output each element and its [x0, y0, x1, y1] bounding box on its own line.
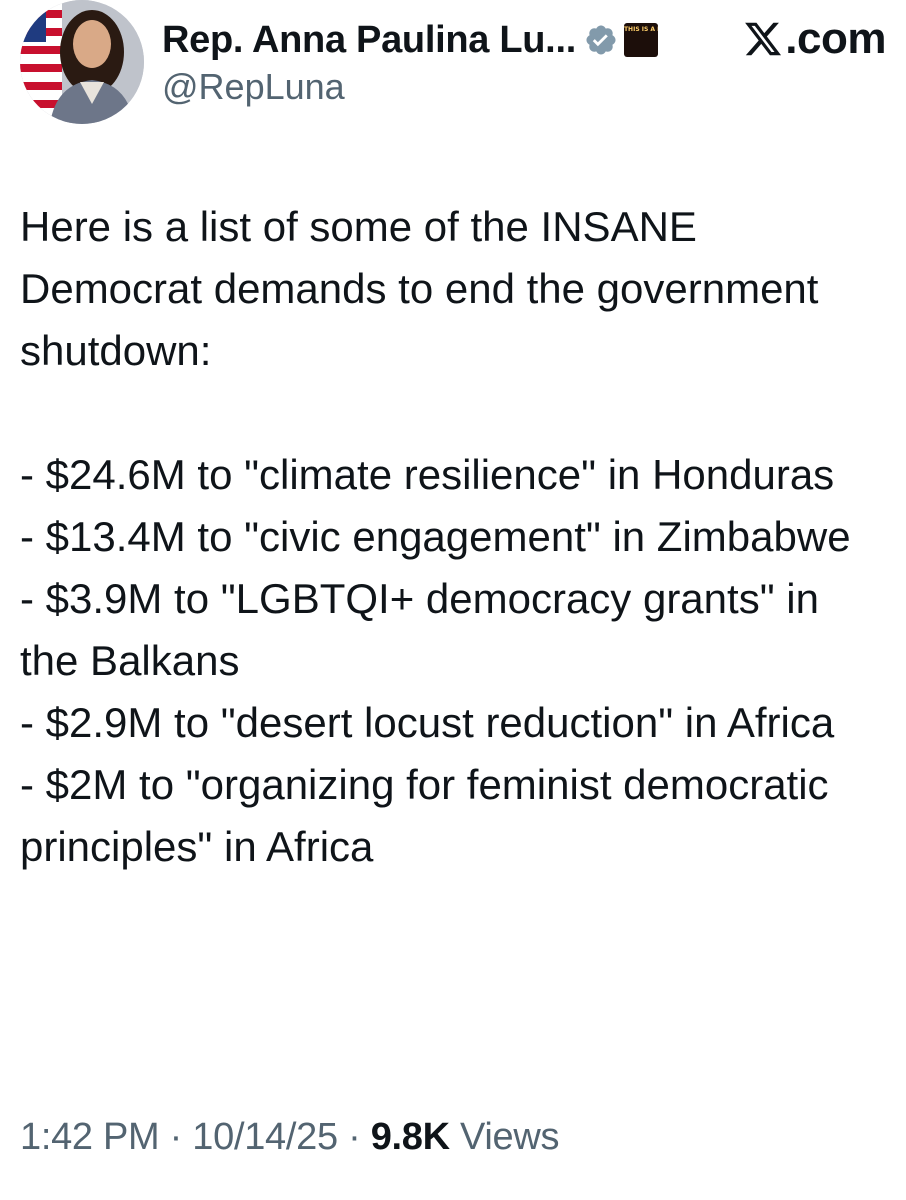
- list-item: - $3.9M to "LGBTQI+ democracy grants" in…: [20, 575, 819, 684]
- tweet-date[interactable]: 10/14/25: [192, 1116, 338, 1158]
- list-item: - $2M to "organizing for feminist democr…: [20, 761, 829, 870]
- affiliate-badge[interactable]: THIS IS A DEMOCRAT SHUTDOWN: [623, 23, 658, 57]
- author-handle[interactable]: @RepLuna: [162, 66, 345, 108]
- list-item: - $13.4M to "civic engagement" in Zimbab…: [20, 513, 851, 560]
- views-count: 9.8K: [370, 1116, 450, 1158]
- avatar-image: [20, 0, 144, 124]
- verified-badge-icon[interactable]: [584, 23, 618, 57]
- x-logo-text: .com: [785, 14, 886, 63]
- tweet-text: Here is a list of some of the INSANE Dem…: [20, 196, 886, 878]
- views-label: Views: [460, 1116, 560, 1158]
- list-item: - $24.6M to "climate resilience" in Hond…: [20, 451, 835, 498]
- author-name-row: Rep. Anna Paulina Lu... THIS IS A DEMOCR…: [162, 12, 658, 68]
- tweet-time[interactable]: 1:42 PM: [20, 1116, 160, 1158]
- tweet-intro: Here is a list of some of the INSANE Dem…: [20, 203, 819, 374]
- meta-separator: ·: [159, 1116, 193, 1158]
- x-logo-icon: [745, 22, 782, 56]
- tweet-meta: 1:42 PM · 10/14/25 · 9.8K Views: [20, 1116, 560, 1159]
- x-brand-logo: .com: [743, 14, 886, 64]
- affiliate-badge-text: THIS IS A DEMOCRAT SHUTDOWN: [623, 26, 658, 33]
- avatar[interactable]: [20, 0, 144, 124]
- meta-separator: ·: [337, 1116, 371, 1158]
- list-item: - $2.9M to "desert locust reduction" in …: [20, 699, 835, 746]
- author-display-name[interactable]: Rep. Anna Paulina Lu...: [162, 19, 576, 62]
- tweet-header: Rep. Anna Paulina Lu... THIS IS A DEMOCR…: [20, 0, 886, 130]
